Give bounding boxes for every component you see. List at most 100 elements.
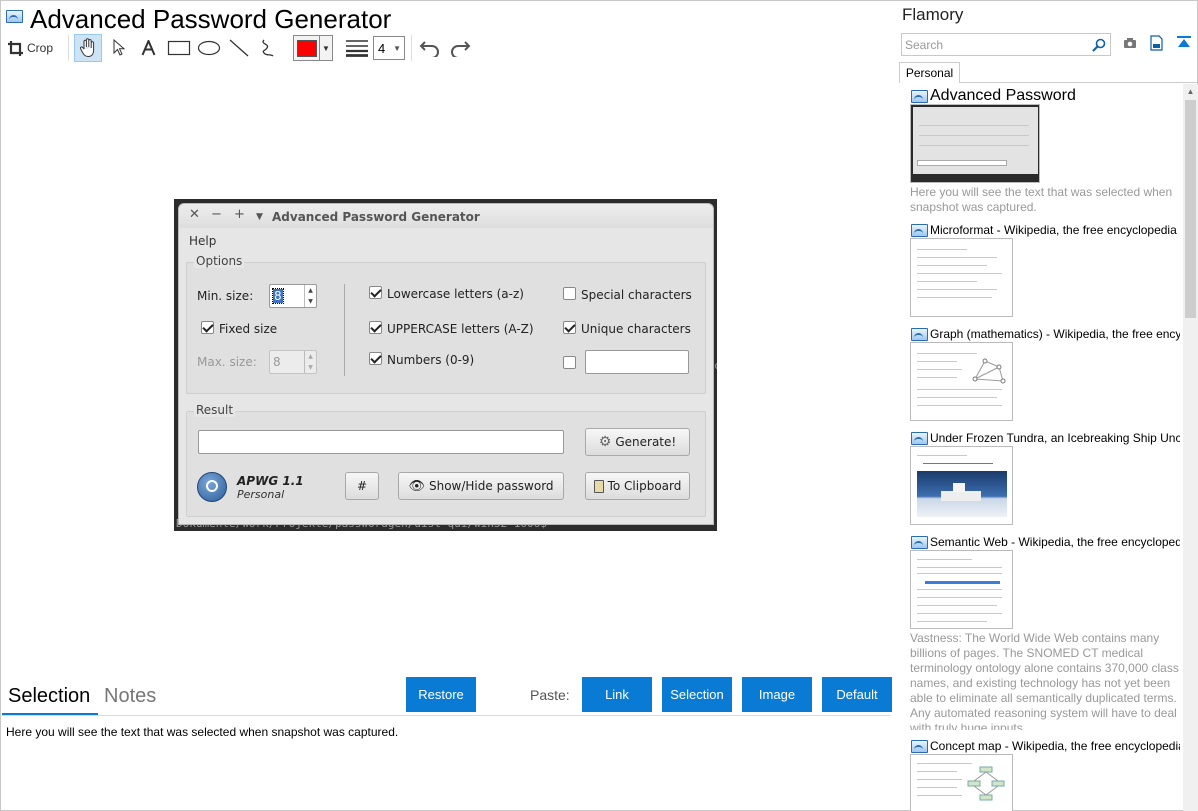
line-width-icon — [346, 40, 368, 57]
generate-button[interactable]: ⚙ Generate! — [585, 428, 690, 456]
snapshot-title[interactable]: Advanced Password — [930, 87, 1180, 105]
maximize-icon[interactable]: + — [234, 208, 245, 222]
fixed-size-checkbox[interactable] — [201, 321, 214, 334]
clipboard-icon — [593, 479, 604, 493]
freehand-tool-button[interactable] — [257, 34, 281, 62]
text-tool-button[interactable] — [137, 34, 159, 62]
snapshot-title[interactable]: Under Frozen Tundra, an Icebreaking Ship… — [930, 431, 1180, 445]
options-divider — [344, 284, 345, 376]
document-icon[interactable] — [1150, 35, 1163, 51]
ellipse-tool-button[interactable] — [195, 34, 223, 62]
redo-icon — [451, 41, 471, 57]
snapshot-thumbnail[interactable] — [910, 342, 1013, 421]
page-title: Advanced Password Generator — [30, 4, 392, 34]
app-window: Advanced Password Generator Crop ▼ 4 ▼ ✕… — [0, 0, 1198, 811]
eye-icon: 👁 — [408, 478, 425, 494]
hash-button[interactable]: # — [345, 472, 379, 500]
crop-label: Crop — [27, 41, 54, 55]
fixed-size-label: Fixed size — [219, 322, 278, 336]
search-field[interactable] — [901, 33, 1111, 56]
pointer-icon — [113, 39, 126, 56]
ellipse-icon — [197, 40, 221, 56]
snapshot-title[interactable]: Concept map - Wikipedia, the free encycl… — [930, 739, 1180, 753]
custom-characters-input[interactable] — [585, 350, 689, 374]
max-size-label: Max. size: — [197, 355, 257, 369]
max-size-spinner[interactable]: 8 ▲ ▼ — [269, 350, 317, 374]
search-icon[interactable] — [1092, 38, 1106, 52]
snapshot-title[interactable]: Graph (mathematics) - Wikipedia, the fre… — [930, 327, 1180, 341]
search-input[interactable] — [902, 34, 1087, 55]
snapshot-thumbnail[interactable] — [910, 754, 1013, 811]
numbers-label: Numbers (0-9) — [387, 353, 475, 367]
app-version-label: APWG 1.1 — [237, 474, 304, 488]
min-size-label: Min. size: — [197, 289, 254, 303]
snapshot-thumbnail[interactable] — [910, 550, 1013, 629]
window-menu-icon[interactable]: ▼ — [256, 210, 263, 224]
menu-help[interactable]: Help — [189, 234, 216, 248]
crop-icon — [8, 40, 23, 56]
hand-tool-button[interactable] — [74, 34, 102, 62]
chevron-down-icon: ▼ — [319, 36, 332, 60]
uppercase-label: UPPERCASE letters (A-Z) — [387, 322, 534, 336]
unique-characters-checkbox[interactable] — [563, 321, 576, 334]
pointer-tool-button[interactable] — [107, 34, 131, 62]
panel-scrollbar[interactable]: ▲ — [1183, 84, 1198, 811]
app-icon — [6, 10, 23, 23]
custom-characters-checkbox[interactable] — [563, 356, 576, 369]
spinner-arrows-icon[interactable]: ▲ ▼ — [304, 285, 316, 307]
snapshot-note: Here you will see the text that was sele… — [910, 185, 1173, 214]
snapshot-thumbnail[interactable] — [910, 104, 1040, 183]
page-icon — [911, 328, 928, 341]
uppercase-checkbox[interactable] — [369, 321, 382, 334]
undo-button[interactable] — [417, 34, 443, 62]
snapshot-title[interactable]: Semantic Web - Wikipedia, the free encyc… — [930, 535, 1180, 549]
numbers-checkbox[interactable] — [369, 352, 382, 365]
redo-button[interactable] — [447, 34, 473, 62]
lowercase-checkbox[interactable] — [369, 286, 382, 299]
show-hide-password-button[interactable]: 👁 Show/Hide password — [398, 472, 564, 500]
paste-selection-button[interactable]: Selection — [662, 677, 732, 712]
snapshot-title[interactable]: Microformat - Wikipedia, the free encycl… — [930, 223, 1180, 237]
result-group — [186, 411, 706, 517]
camera-icon[interactable] — [1123, 37, 1137, 49]
password-output-field[interactable] — [198, 430, 564, 454]
result-group-label: Result — [194, 403, 236, 417]
paste-label: Paste: — [530, 687, 570, 703]
line-width-select[interactable]: 4 ▼ — [373, 36, 405, 60]
min-size-spinner[interactable]: 8 ▲ ▼ — [269, 284, 317, 308]
snapshot-thumbnail[interactable] — [910, 238, 1013, 317]
undo-icon — [419, 41, 439, 57]
scroll-up-icon[interactable]: ▲ — [1183, 84, 1198, 99]
panel-tab-divider — [959, 82, 1198, 83]
special-characters-label: Special characters — [581, 288, 692, 302]
paste-link-button[interactable]: Link — [582, 677, 652, 712]
hash-label: # — [356, 479, 368, 493]
line-width-button[interactable] — [344, 34, 370, 62]
terminal-fragment: c — [714, 359, 717, 372]
paste-image-button[interactable]: Image — [742, 677, 812, 712]
collapse-panel-icon[interactable] — [1176, 36, 1192, 50]
tab-selection[interactable]: Selection — [8, 685, 90, 708]
snapshot-thumbnail[interactable] — [910, 446, 1013, 525]
clipboard-label: To Clipboard — [607, 479, 682, 493]
rectangle-icon — [167, 40, 191, 56]
restore-button[interactable]: Restore — [406, 677, 476, 712]
page-icon — [911, 432, 928, 445]
color-picker[interactable]: ▼ — [293, 35, 333, 61]
rectangle-tool-button[interactable] — [165, 34, 193, 62]
generate-label: Generate! — [615, 435, 677, 449]
special-characters-checkbox[interactable] — [563, 287, 576, 300]
scroll-thumb[interactable] — [1185, 100, 1196, 318]
spinner-arrows-icon[interactable]: ▲ ▼ — [304, 351, 316, 373]
crop-button[interactable]: Crop — [7, 34, 59, 62]
close-icon[interactable]: ✕ — [189, 208, 200, 222]
tab-personal[interactable]: Personal — [899, 62, 960, 83]
hand-icon — [79, 38, 95, 58]
captured-snapshot[interactable]: c Dokumente/work/Projekte/passwordgen/di… — [174, 199, 717, 531]
tab-notes[interactable]: Notes — [104, 685, 156, 708]
line-tool-button[interactable] — [225, 34, 253, 62]
to-clipboard-button[interactable]: To Clipboard — [585, 472, 690, 500]
minimize-icon[interactable]: − — [211, 208, 222, 222]
gear-icon: ⚙ — [598, 434, 612, 450]
paste-default-button[interactable]: Default — [822, 677, 892, 712]
